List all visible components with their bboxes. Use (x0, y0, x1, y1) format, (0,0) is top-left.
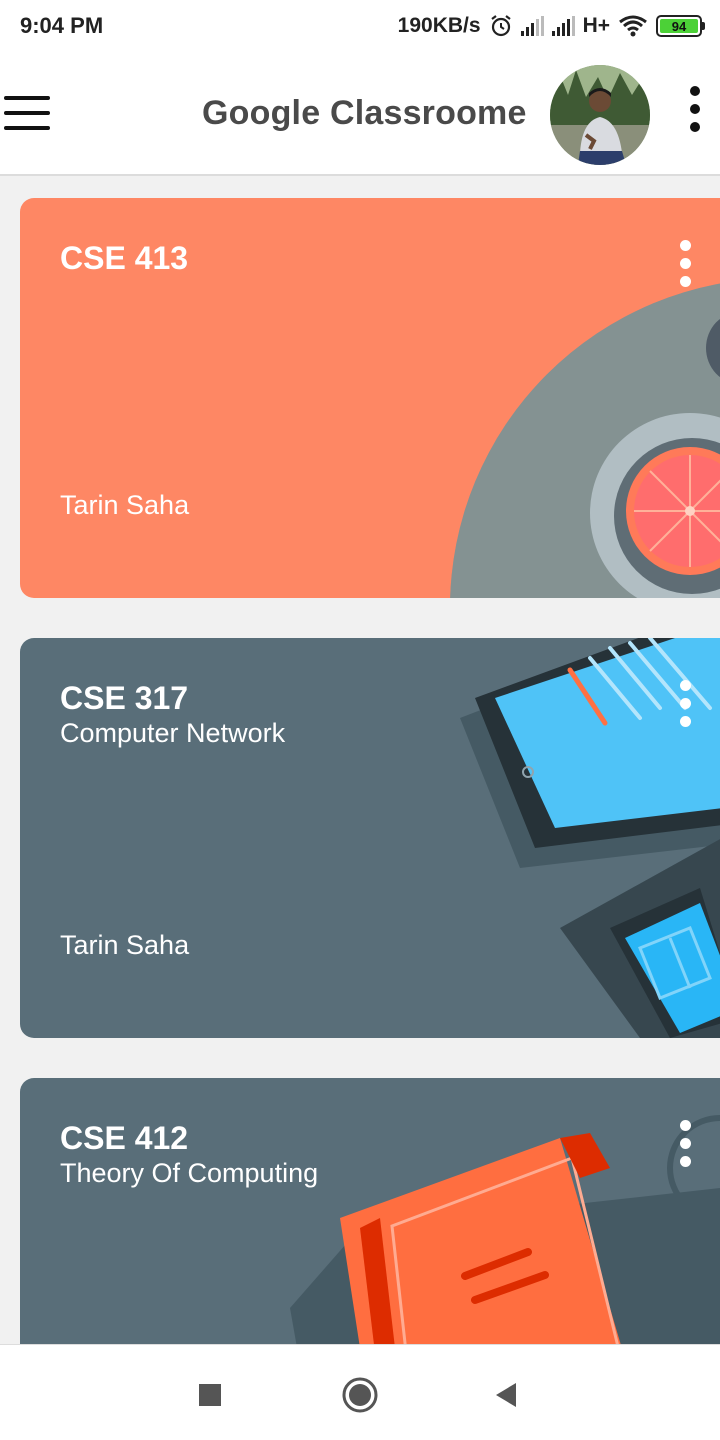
class-code: CSE 413 (60, 240, 189, 276)
network-speed: 190KB/s (397, 14, 481, 37)
home-circle-icon[interactable] (340, 1375, 380, 1415)
profile-avatar[interactable] (550, 65, 650, 165)
status-time: 9:04 PM (20, 13, 104, 38)
wifi-icon (619, 15, 647, 37)
more-vert-icon[interactable] (684, 86, 706, 138)
class-name: Theory Of Computing (60, 1158, 319, 1188)
class-card[interactable]: CSE 317 Computer Network Tarin Saha (20, 638, 720, 1038)
system-nav-bar (0, 1344, 720, 1440)
hamburger-menu-icon[interactable] (4, 96, 50, 130)
class-code: CSE 412 (60, 1120, 189, 1156)
class-name: Computer Network (60, 718, 286, 748)
class-card[interactable]: CSE 413 Tarin Saha (20, 198, 720, 598)
card-more-icon[interactable] (674, 1120, 696, 1172)
battery-level: 94 (660, 19, 698, 34)
class-code: CSE 317 (60, 680, 189, 716)
card-more-icon[interactable] (674, 240, 696, 292)
app-title: Google Classroome (202, 94, 527, 132)
status-bar: 9:04 PM 190KB/s H+ 94 (0, 0, 720, 52)
card-more-icon[interactable] (674, 680, 696, 732)
back-triangle-icon[interactable] (488, 1375, 528, 1415)
status-icons: 190KB/s H+ 94 (397, 12, 705, 40)
class-teacher: Tarin Saha (60, 930, 190, 960)
signal-icon (551, 16, 575, 36)
signal-icon (520, 16, 544, 36)
app-bar: Google Classroome (0, 52, 720, 176)
network-type: H+ (582, 14, 610, 37)
recents-square-icon[interactable] (190, 1375, 230, 1415)
alarm-icon (490, 15, 511, 37)
battery-icon: 94 (656, 15, 705, 37)
class-teacher: Tarin Saha (60, 490, 190, 520)
